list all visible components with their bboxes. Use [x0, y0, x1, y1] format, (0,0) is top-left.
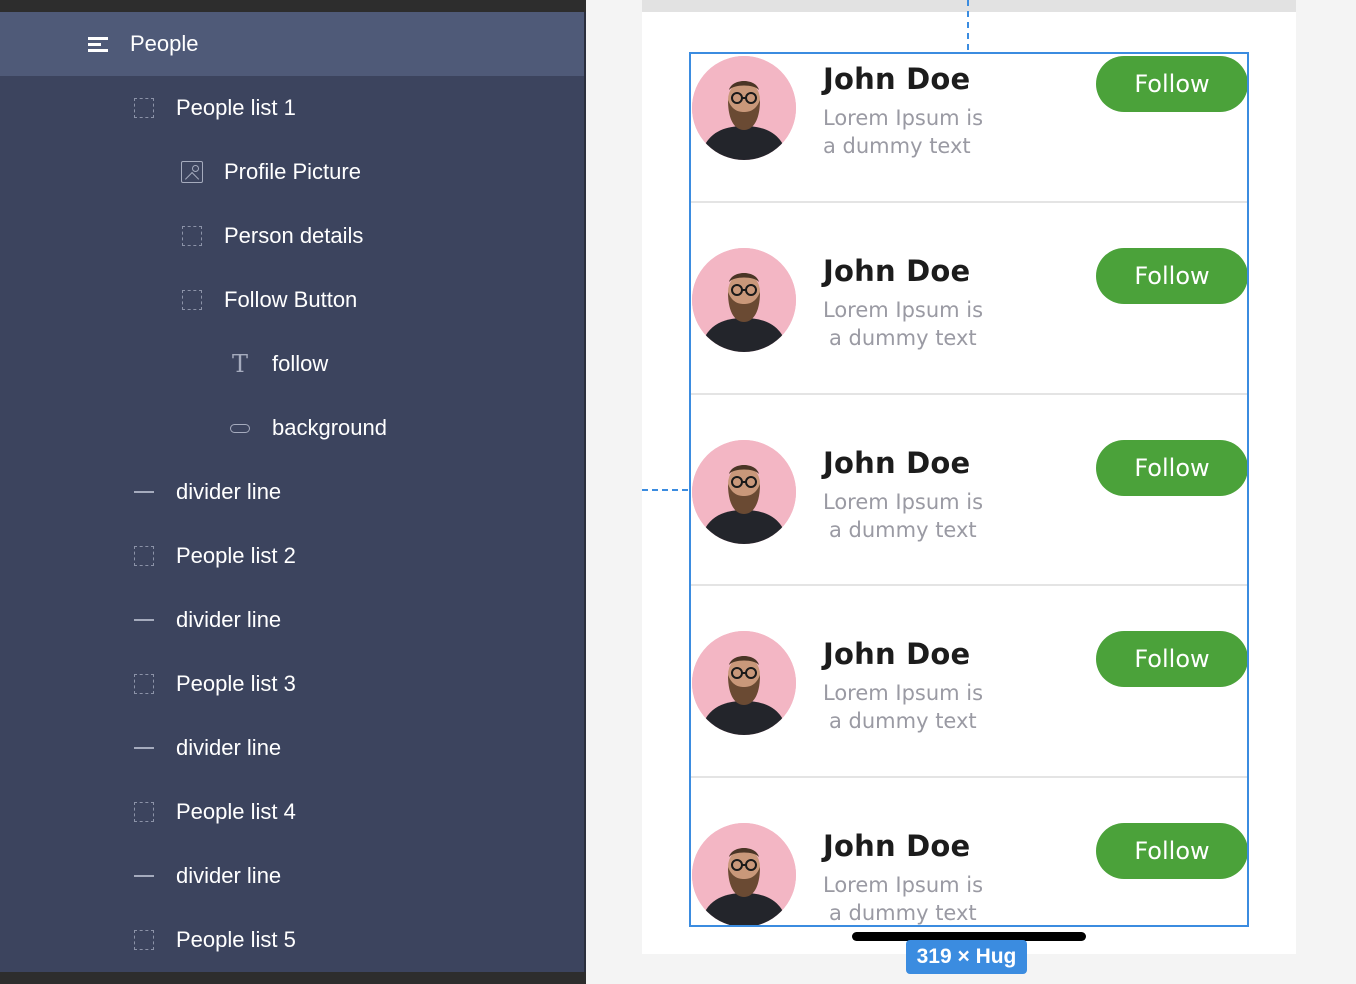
layer-label: divider line: [176, 607, 282, 632]
layer-follow-button[interactable]: Follow Button: [0, 268, 584, 332]
layer-people[interactable]: People: [0, 12, 584, 76]
layer-people-list-3[interactable]: People list 3: [0, 652, 584, 716]
person-name: John Doe: [823, 254, 971, 288]
description-line: a dummy text: [829, 326, 977, 350]
layer-label: Follow Button: [224, 287, 358, 312]
description-line: Lorem Ipsum is: [823, 298, 984, 322]
frame-icon: [180, 224, 204, 248]
profile-picture: [692, 440, 796, 544]
people-list-item[interactable]: John Doe Lorem Ipsum is a dummy text Fol…: [691, 821, 1247, 925]
layer-profile-picture[interactable]: Profile Picture: [0, 140, 584, 204]
frame-icon: [132, 96, 156, 120]
people-list-item[interactable]: John Doe Lorem Ipsum is a dummy text Fol…: [691, 629, 1247, 820]
description-line: Lorem Ipsum is: [823, 873, 984, 897]
layer-people-list-1[interactable]: People list 1: [0, 76, 584, 140]
profile-picture: [692, 248, 796, 352]
person-name: John Doe: [823, 446, 971, 480]
line-icon: [132, 608, 156, 632]
rectangle-icon: [228, 416, 252, 440]
line-icon: [132, 736, 156, 760]
description-line: a dummy text: [829, 901, 977, 925]
divider-line: [691, 584, 1247, 586]
layer-divider-line[interactable]: divider line: [0, 844, 584, 908]
panel-bottom-bar: [0, 972, 586, 984]
description-line: a dummy text: [823, 134, 971, 158]
layers-panel: People People list 1 Profile Picture Per…: [0, 0, 586, 984]
vertical-guide: [967, 0, 969, 50]
person-name: John Doe: [823, 829, 971, 863]
layer-label: Person details: [224, 223, 364, 248]
layer-label: People list 1: [176, 95, 296, 120]
description-line: a dummy text: [829, 709, 977, 733]
follow-button[interactable]: Follow: [1096, 440, 1247, 496]
people-list-item[interactable]: John Doe Lorem Ipsum is a dummy text Fol…: [691, 54, 1247, 245]
profile-picture: [692, 56, 796, 160]
description-line: Lorem Ipsum is: [823, 106, 984, 130]
layer-people-list-2[interactable]: People list 2: [0, 524, 584, 588]
frame-icon: [132, 928, 156, 952]
line-icon: [132, 480, 156, 504]
frame-icon: [132, 800, 156, 824]
person-description: Lorem Ipsum is a dummy text: [823, 296, 1013, 352]
people-list-item[interactable]: John Doe Lorem Ipsum is a dummy text Fol…: [691, 438, 1247, 629]
layer-divider-line[interactable]: divider line: [0, 460, 584, 524]
layer-people-list-5[interactable]: People list 5: [0, 908, 584, 972]
layer-label: People list 4: [176, 799, 296, 824]
person-description: Lorem Ipsum is a dummy text: [823, 104, 1013, 160]
people-list-item[interactable]: John Doe Lorem Ipsum is a dummy text Fol…: [691, 246, 1247, 437]
profile-picture: [692, 631, 796, 735]
text-icon: T: [231, 350, 248, 378]
layer-label: background: [272, 415, 387, 440]
divider-line: [691, 393, 1247, 395]
description-line: a dummy text: [829, 518, 977, 542]
person-name: John Doe: [823, 62, 971, 96]
layer-label: Profile Picture: [224, 159, 361, 184]
layer-label: People list 3: [176, 671, 296, 696]
divider-line: [691, 201, 1247, 203]
follow-button[interactable]: Follow: [1096, 248, 1247, 304]
follow-button[interactable]: Follow: [1096, 631, 1247, 687]
image-icon: [180, 160, 204, 184]
layer-label: People list 5: [176, 927, 296, 952]
frame-icon: [180, 288, 204, 312]
frame-icon: [132, 672, 156, 696]
layer-divider-line[interactable]: divider line: [0, 716, 584, 780]
layer-background[interactable]: background: [0, 396, 584, 460]
divider-line: [691, 776, 1247, 778]
stack-layout-icon: [86, 32, 110, 56]
line-icon: [132, 864, 156, 888]
layer-label: divider line: [176, 863, 282, 888]
person-name: John Doe: [823, 637, 971, 671]
layer-label: People: [130, 31, 199, 56]
people-list-selection[interactable]: John Doe Lorem Ipsum is a dummy text Fol…: [689, 52, 1249, 927]
layer-divider-line[interactable]: divider line: [0, 588, 584, 652]
size-badge[interactable]: 319 × Hug: [906, 940, 1027, 974]
person-description: Lorem Ipsum is a dummy text: [823, 679, 1013, 735]
layer-person-details[interactable]: Person details: [0, 204, 584, 268]
follow-button[interactable]: Follow: [1096, 823, 1247, 879]
person-description: Lorem Ipsum is a dummy text: [823, 871, 1013, 925]
layer-label: follow: [272, 351, 329, 376]
horizontal-guide: [642, 489, 688, 491]
person-description: Lorem Ipsum is a dummy text: [823, 488, 1013, 544]
follow-button[interactable]: Follow: [1096, 56, 1247, 112]
layer-label: People list 2: [176, 543, 296, 568]
description-line: Lorem Ipsum is: [823, 490, 984, 514]
layer-label: divider line: [176, 735, 282, 760]
frame-icon: [132, 544, 156, 568]
layer-people-list-4[interactable]: People list 4: [0, 780, 584, 844]
canvas-top-strip: [642, 0, 1296, 12]
layer-follow-text[interactable]: T follow: [0, 332, 584, 396]
profile-picture: [692, 823, 796, 925]
description-line: Lorem Ipsum is: [823, 681, 984, 705]
layer-label: divider line: [176, 479, 282, 504]
panel-top-bar: [0, 0, 586, 12]
